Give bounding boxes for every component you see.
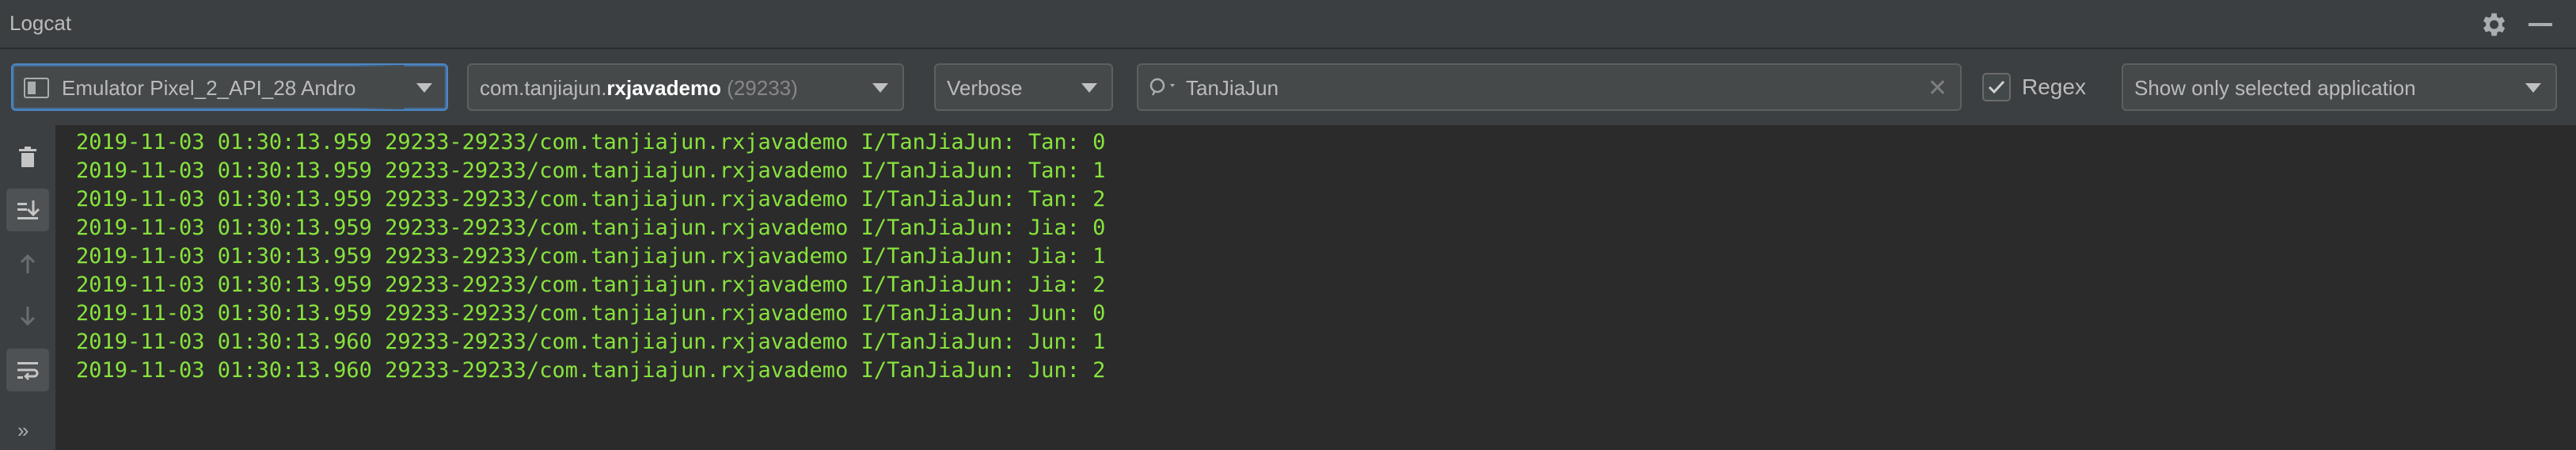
- log-line: 2019-11-03 01:30:13.959 29233-29233/com.…: [76, 130, 1106, 154]
- log-line: 2019-11-03 01:30:13.959 29233-29233/com.…: [76, 187, 1106, 212]
- process-package-prefix: com.tanjiajun.: [480, 76, 607, 100]
- next-occurrence-button[interactable]: [6, 295, 49, 338]
- chevron-down-icon: [1081, 83, 1097, 93]
- search-icon: [1149, 78, 1175, 96]
- previous-occurrence-button[interactable]: [6, 242, 49, 285]
- log-line: 2019-11-03 01:30:13.959 29233-29233/com.…: [76, 273, 1106, 297]
- up-arrow-icon: [20, 254, 36, 273]
- logcat-output[interactable]: 2019-11-03 01:30:13.959 29233-29233/com.…: [55, 125, 2576, 450]
- filter-selector[interactable]: Show only selected application: [2122, 63, 2557, 111]
- clear-icon[interactable]: ✕: [1928, 74, 1947, 102]
- emulator-device-icon: [24, 78, 49, 98]
- regex-label: Regex: [2022, 74, 2086, 99]
- filter-label: Show only selected application: [2134, 76, 2416, 100]
- soft-wrap-button[interactable]: [6, 349, 49, 391]
- log-level-selector[interactable]: Verbose: [934, 63, 1113, 111]
- process-selector[interactable]: com.tanjiajun.rxjavademo (29233): [467, 63, 904, 111]
- minimize-icon[interactable]: [2529, 23, 2552, 26]
- log-level-label: Verbose: [947, 76, 1023, 100]
- chevron-down-icon: [416, 83, 432, 93]
- down-arrow-icon: [20, 307, 36, 326]
- log-line: 2019-11-03 01:30:13.959 29233-29233/com.…: [76, 215, 1106, 240]
- logcat-sidebar: »: [0, 125, 55, 450]
- process-package-name: rxjavademo: [606, 76, 721, 100]
- log-line: 2019-11-03 01:30:13.960 29233-29233/com.…: [76, 330, 1106, 354]
- trash-icon: [19, 147, 36, 167]
- chevron-down-icon: [872, 83, 888, 93]
- scroll-to-end-icon: [17, 200, 40, 219]
- panel-title: Logcat: [9, 11, 72, 35]
- scroll-to-end-button[interactable]: [6, 189, 49, 231]
- device-label: Emulator Pixel_2_API_28 Andro: [62, 76, 356, 100]
- device-selector[interactable]: Emulator Pixel_2_API_28 Andro: [11, 63, 448, 111]
- clear-logcat-button[interactable]: [6, 136, 49, 179]
- log-line: 2019-11-03 01:30:13.960 29233-29233/com.…: [76, 358, 1106, 383]
- logcat-titlebar: Logcat: [0, 0, 2576, 49]
- log-line: 2019-11-03 01:30:13.959 29233-29233/com.…: [76, 301, 1106, 326]
- more-actions-button[interactable]: »: [17, 418, 28, 443]
- regex-checkbox[interactable]: [1982, 73, 2011, 101]
- chevron-down-icon: [2525, 83, 2541, 93]
- search-input[interactable]: TanJiaJun ✕: [1137, 63, 1962, 111]
- process-pid: (29233): [720, 76, 798, 100]
- log-line: 2019-11-03 01:30:13.959 29233-29233/com.…: [76, 158, 1106, 183]
- soft-wrap-icon: [17, 362, 39, 380]
- search-value: TanJiaJun: [1186, 76, 1279, 100]
- logcat-toolbar: Emulator Pixel_2_API_28 Andro com.tanjia…: [0, 49, 2576, 125]
- gear-icon[interactable]: [2478, 10, 2508, 40]
- checkmark-icon: [1988, 80, 2005, 94]
- log-line: 2019-11-03 01:30:13.959 29233-29233/com.…: [76, 244, 1106, 269]
